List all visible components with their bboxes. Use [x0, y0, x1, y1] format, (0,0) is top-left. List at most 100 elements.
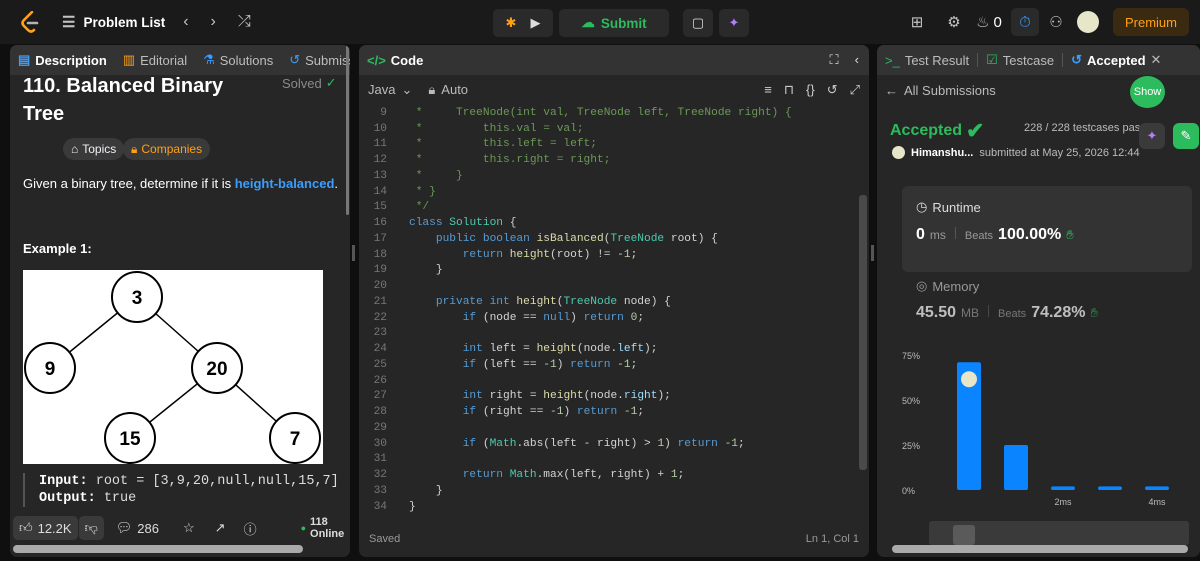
chart-bar[interactable] [1051, 486, 1075, 490]
code-line[interactable]: 33 } [359, 483, 859, 499]
height-balanced-link[interactable]: height-balanced [235, 176, 335, 191]
tab-solutions[interactable]: ⚗ Solutions [195, 52, 281, 68]
code-line[interactable]: 23 [359, 326, 859, 342]
ai-button[interactable]: ✦ [719, 9, 749, 37]
run-icon[interactable]: ▶ [530, 15, 540, 31]
code-line[interactable]: 26 [359, 373, 859, 389]
code-line[interactable]: 19 } [359, 263, 859, 279]
runtime-distribution-chart[interactable]: 75% 50% 25% 0% 2ms 4ms [897, 345, 1197, 505]
auto-mode[interactable]: 🔒︎ Auto [428, 82, 468, 98]
panel-splitter[interactable] [871, 245, 874, 261]
bookmark-icon[interactable]: ⊓ [784, 82, 794, 98]
tab-description[interactable]: ▤ Description [10, 52, 115, 68]
dislike-button[interactable]: 👎︎ [77, 516, 104, 540]
description-scrollbar[interactable] [346, 45, 349, 215]
star-icon[interactable]: ☆ [183, 520, 195, 536]
comments-button[interactable]: 💬︎ 286 [116, 520, 159, 536]
code-line[interactable]: 18 return height(root) != -1; [359, 247, 859, 263]
y-tick-label: 75% [902, 351, 920, 361]
code-text: * this.left = left; [409, 138, 597, 151]
beats-label: Beats [998, 308, 1027, 320]
chart-bar[interactable] [1098, 486, 1122, 490]
chart-range-handle[interactable] [953, 525, 975, 545]
tab-testcase[interactable]: ☑ Testcase [978, 52, 1062, 68]
code-line[interactable]: 25 if (left == -1) return -1; [359, 357, 859, 373]
clap-icon: ✋︎ [1090, 305, 1098, 320]
companies-chip[interactable]: 🔒︎ Companies [123, 138, 211, 160]
fullscreen-icon[interactable]: ⛶ [830, 52, 839, 68]
add-user-icon[interactable]: ⚇ [1039, 13, 1073, 31]
settings-icon[interactable]: ⚙ [937, 13, 971, 31]
tab-accepted[interactable]: ↺ Accepted ✕ [1063, 52, 1169, 68]
next-problem-icon[interactable]: › [211, 13, 216, 31]
runtime-card[interactable]: ◷ Runtime 0 ms Beats 100.00% ✋︎ [902, 186, 1192, 272]
notes-button[interactable]: ▢ [683, 9, 713, 37]
code-line[interactable]: 27 int right = height(node.right); [359, 389, 859, 405]
avatar[interactable] [1076, 11, 1099, 33]
runtime-label: Runtime [932, 199, 981, 215]
code-line[interactable]: 22 if (node == null) return 0; [359, 310, 859, 326]
code-line[interactable]: 15 */ [359, 200, 859, 216]
cursor-position: Ln 1, Col 1 [805, 533, 859, 545]
code-line[interactable]: 14 * } [359, 184, 859, 200]
code-line[interactable]: 9 * TreeNode(int val, TreeNode left, Tre… [359, 105, 859, 121]
edit-button[interactable]: ✎ [1173, 123, 1199, 149]
code-line[interactable]: 17 public boolean isBalanced(TreeNode ro… [359, 231, 859, 247]
tab-test-result[interactable]: >_ Test Result [877, 53, 977, 68]
streak-count: 0 [993, 13, 1002, 31]
code-line[interactable]: 20 [359, 278, 859, 294]
streak-button[interactable]: ♨ 0 [971, 13, 1007, 32]
code-line[interactable]: 29 [359, 420, 859, 436]
code-line[interactable]: 10 * this.val = val; [359, 121, 859, 137]
prev-problem-icon[interactable]: ‹ [183, 13, 188, 31]
code-scrollbar[interactable] [859, 195, 867, 470]
tab-code[interactable]: </> Code [359, 53, 431, 68]
leetcode-logo[interactable] [20, 11, 42, 33]
code-line[interactable]: 28 if (right == -1) return -1; [359, 404, 859, 420]
code-line[interactable]: 21 private int height(TreeNode node) { [359, 294, 859, 310]
panel-splitter[interactable] [352, 245, 355, 261]
line-number: 24 [373, 343, 387, 356]
code-toolbar: Java ⌄ 🔒︎ Auto ≡ ⊓ {} ↺ ⤢ [359, 75, 869, 105]
code-line[interactable]: 16 class Solution { [359, 215, 859, 231]
code-line[interactable]: 31 [359, 452, 859, 468]
ai-analyze-button[interactable]: ✦ [1139, 123, 1165, 149]
chart-bar[interactable] [1145, 486, 1169, 490]
code-line[interactable]: 24 int left = height(node.left); [359, 341, 859, 357]
line-number: 28 [373, 406, 387, 419]
tab-submissions[interactable]: ↺ Submiss [281, 52, 350, 68]
help-icon[interactable]: ⓘ [244, 519, 257, 538]
expand-icon[interactable]: ⤢ [850, 82, 860, 98]
problem-list-button[interactable]: ☰ Problem List [62, 13, 165, 31]
reset-icon[interactable]: ↺ [827, 82, 838, 98]
code-line[interactable]: 11 * this.left = left; [359, 137, 859, 153]
debug-icon[interactable]: ✱ [506, 15, 517, 31]
topics-chip[interactable]: ⌂ Topics [63, 138, 125, 160]
format-icon[interactable]: ≡ [764, 82, 772, 98]
language-select[interactable]: Java ⌄ [368, 82, 412, 98]
collapse-icon[interactable]: ‹ [855, 52, 859, 68]
premium-button[interactable]: Premium [1112, 8, 1189, 36]
submit-button[interactable]: ☁ Submit [559, 9, 669, 37]
like-button[interactable]: 👍︎ 12.2K [13, 516, 78, 540]
chart-bar[interactable] [1004, 445, 1028, 490]
timer-icon[interactable]: ⏱ [1010, 8, 1039, 36]
shuffle-icon[interactable]: ⤮ [238, 13, 251, 31]
layout-icon[interactable]: ⊞ [897, 13, 937, 31]
code-line[interactable]: 13 * } [359, 168, 859, 184]
memory-card[interactable]: ◎ Memory 45.50 MB Beats 74.28% ✋︎ [902, 278, 1192, 338]
description-hscrollbar[interactable] [13, 545, 303, 553]
code-line[interactable]: 30 if (Math.abs(left - right) > 1) retur… [359, 436, 859, 452]
tab-editorial[interactable]: ▥ Editorial [115, 52, 195, 68]
code-editor[interactable]: 9 * TreeNode(int val, TreeNode left, Tre… [359, 105, 859, 515]
close-icon[interactable]: ✕ [1151, 52, 1162, 68]
share-icon[interactable]: ↗ [215, 520, 226, 536]
code-line[interactable]: 34} [359, 499, 859, 515]
code-line[interactable]: 32 return Math.max(left, right) + 1; [359, 467, 859, 483]
result-hscrollbar[interactable] [892, 545, 1188, 553]
user-name[interactable]: Himanshu... [911, 147, 973, 159]
code-line[interactable]: 12 * this.right = right; [359, 152, 859, 168]
like-count: 12.2K [37, 520, 72, 536]
braces-icon[interactable]: {} [806, 82, 815, 98]
show-button[interactable]: Show [1130, 76, 1165, 108]
